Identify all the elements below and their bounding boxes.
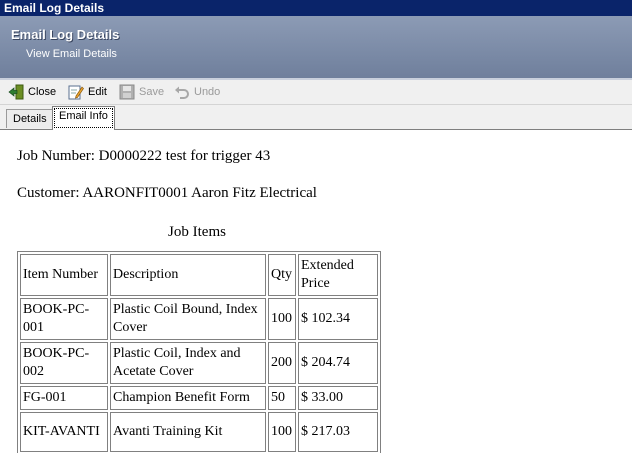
save-label: Save [139,86,165,98]
job-items-table: Item Number Description Qty Extended Pri… [17,251,381,453]
banner-subtitle: View Email Details [26,48,117,60]
close-button[interactable]: Close [8,83,56,101]
header-banner: Email Log Details View Email Details [0,16,632,78]
cell-extended-price: $ 204.74 [298,342,378,384]
header-item-number: Item Number [20,254,108,296]
table-row: FG-001 Champion Benefit Form 50 $ 33.00 [20,386,378,410]
banner-title: Email Log Details [11,27,120,42]
undo-button[interactable]: Undo [174,83,220,101]
edit-label: Edit [88,86,107,98]
header-description: Description [110,254,266,296]
edit-pencil-icon [68,84,84,100]
cell-description: Champion Benefit Form [110,386,266,410]
cell-extended-price: $ 102.34 [298,298,378,340]
undo-label: Undo [194,86,221,98]
edit-button[interactable]: Edit [68,83,107,101]
cell-item-number: BOOK-PC-001 [20,298,108,340]
cell-description: Avanti Training Kit [110,412,266,452]
cell-qty: 200 [268,342,296,384]
tab-email-info[interactable]: Email Info [52,106,115,130]
cell-description: Plastic Coil Bound, Index Cover [110,298,266,340]
window-title: Email Log Details [0,0,632,16]
undo-icon [174,84,190,100]
cell-extended-price: $ 217.03 [298,412,378,452]
email-body: Job Number: D0000222 test for trigger 43… [0,130,632,453]
table-row: BOOK-PC-002 Plastic Coil, Index and Acet… [20,342,378,384]
cell-item-number: KIT-AVANTI [20,412,108,452]
tab-strip: Details Email Info [0,105,632,130]
toolbar: Close Edit Save Undo [0,80,632,105]
cell-extended-price: $ 33.00 [298,386,378,410]
table-row: BOOK-PC-001 Plastic Coil Bound, Index Co… [20,298,378,340]
cell-qty: 100 [268,412,296,452]
header-extended-price: Extended Price [298,254,378,296]
cell-description: Plastic Coil, Index and Acetate Cover [110,342,266,384]
cell-item-number: FG-001 [20,386,108,410]
header-qty: Qty [268,254,296,296]
table-header-row: Item Number Description Qty Extended Pri… [20,254,378,296]
save-disk-icon [119,84,135,100]
cell-item-number: BOOK-PC-002 [20,342,108,384]
job-number-line: Job Number: D0000222 test for trigger 43 [17,148,271,164]
table-row: KIT-AVANTI Avanti Training Kit 100 $ 217… [20,412,378,452]
close-door-icon [8,84,24,100]
job-items-caption: Job Items [168,224,226,240]
tab-details[interactable]: Details [6,109,54,128]
close-label: Close [28,86,57,98]
customer-line: Customer: AARONFIT0001 Aaron Fitz Electr… [17,185,317,201]
cell-qty: 50 [268,386,296,410]
save-button[interactable]: Save [119,83,164,101]
cell-qty: 100 [268,298,296,340]
